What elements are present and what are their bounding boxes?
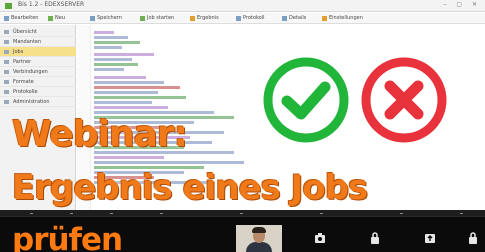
- code-line: [94, 91, 158, 94]
- participant-body: [246, 242, 272, 252]
- code-line: [94, 58, 132, 61]
- strip-mark: [320, 213, 323, 214]
- strip-mark: [460, 213, 463, 214]
- strip-mark: [160, 213, 163, 214]
- lock-icon[interactable]: [368, 231, 382, 245]
- toolbar-button[interactable]: Ergebnis: [190, 15, 219, 22]
- code-line: [94, 31, 114, 34]
- participant-hair: [252, 227, 266, 233]
- sidebar-item[interactable]: Mandanten: [0, 37, 76, 47]
- camera-icon[interactable]: [313, 231, 327, 245]
- check-circle-icon: [263, 57, 349, 143]
- sidebar-item[interactable]: Protokolle: [0, 87, 76, 97]
- code-line: [94, 63, 138, 66]
- code-line: [94, 68, 124, 71]
- code-line: [94, 81, 164, 84]
- code-line: [94, 46, 122, 49]
- code-line: [94, 156, 164, 159]
- strip-mark: [110, 213, 113, 214]
- app-logo-icon: [5, 3, 12, 9]
- taskbar-strip: [0, 210, 485, 217]
- toolbar-button[interactable]: Einstellungen: [322, 15, 363, 22]
- code-line: [94, 101, 152, 104]
- toolbar-button[interactable]: Job starten: [140, 15, 174, 22]
- close-circle-icon: [361, 57, 447, 143]
- headline-line-1: Webinar:: [12, 114, 188, 155]
- sidebar-item[interactable]: Formate: [0, 77, 76, 87]
- headline-line-2: Ergebnis eines Jobs: [12, 168, 368, 208]
- sidebar-item[interactable]: Verbindungen: [0, 67, 76, 77]
- code-line: [94, 86, 180, 89]
- lock-icon[interactable]: [466, 231, 480, 245]
- headline-line-3: prüfen: [12, 222, 123, 252]
- code-line: [94, 76, 146, 79]
- window-controls[interactable]: – ▢ ✕: [443, 1, 481, 8]
- strip-mark: [30, 213, 33, 214]
- toolbar-button[interactable]: Speichern: [90, 15, 122, 22]
- sidebar-item[interactable]: Administration: [0, 97, 76, 107]
- toolbar-button[interactable]: Neu: [48, 15, 65, 22]
- sidebar-item[interactable]: Übersicht: [0, 27, 76, 37]
- code-line: [94, 53, 154, 56]
- window-titlebar: Bis 1.2 - EDEXSERVER – ▢ ✕: [0, 0, 485, 12]
- window-title: Bis 1.2 - EDEXSERVER: [18, 1, 85, 8]
- code-line: [94, 41, 140, 44]
- toolbar: Bearbeiten Neu Speichern Job starten Erg…: [0, 13, 485, 24]
- strip-mark: [400, 213, 403, 214]
- toolbar-button[interactable]: Details: [282, 15, 306, 22]
- toolbar-button[interactable]: Bearbeiten: [4, 15, 38, 22]
- code-line: [94, 161, 244, 164]
- sidebar-item-jobs[interactable]: Jobs: [0, 47, 76, 57]
- strip-mark: [240, 213, 243, 214]
- participant-video[interactable]: [236, 225, 282, 252]
- code-line: [94, 106, 168, 109]
- code-line: [94, 36, 128, 39]
- toolbar-button[interactable]: Protokoll: [236, 15, 265, 22]
- sidebar-item[interactable]: Partner: [0, 57, 76, 67]
- code-line: [94, 96, 186, 99]
- strip-mark: [70, 213, 73, 214]
- share-icon[interactable]: [423, 231, 437, 245]
